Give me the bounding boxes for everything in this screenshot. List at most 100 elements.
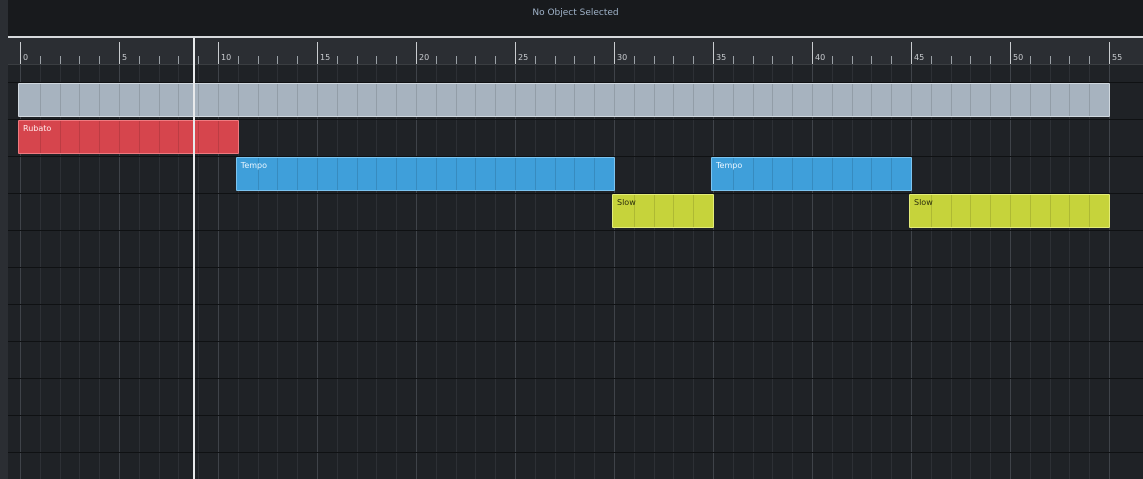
ruler-tick — [356, 56, 358, 64]
clip-grid-line — [1029, 84, 1031, 116]
grid-line — [990, 65, 992, 479]
clip-grid-line — [59, 121, 61, 153]
clip-grid-line — [455, 84, 457, 116]
ruler-tick — [277, 56, 279, 64]
grid-line — [693, 65, 695, 479]
clip-grid-line — [257, 84, 259, 116]
track-grid[interactable]: Rubato Tempo Tempo Slow Slow — [8, 65, 1143, 479]
clip-grid-line — [356, 158, 358, 190]
clip-grid-line — [455, 158, 457, 190]
clip-grid-line — [415, 158, 417, 190]
ruler-tick — [693, 56, 695, 64]
grid-line — [416, 65, 417, 479]
clip-grid-line — [752, 84, 754, 116]
ruler-tick — [673, 56, 675, 64]
grid-line — [970, 65, 972, 479]
clip-grid-line — [990, 84, 992, 116]
ruler-tick — [732, 56, 734, 64]
ruler-tick — [792, 56, 794, 64]
ruler-label: 30 — [617, 53, 628, 62]
ruler-tick — [376, 56, 378, 64]
ruler-label: 5 — [122, 53, 128, 62]
clip-grid-line — [119, 84, 120, 116]
ruler-tick — [396, 56, 398, 64]
clip-grid-line — [812, 84, 813, 116]
clip-grid-line — [891, 158, 893, 190]
ruler-tick — [772, 56, 774, 64]
clip-grid-line — [614, 84, 615, 116]
clip-grid-line — [1049, 195, 1051, 227]
ruler-label: 10 — [221, 53, 232, 62]
grid-line — [653, 65, 655, 479]
timeline-window: No Object Selected 0 5 10 15 20 25 30 35 40 45 50 5… — [0, 0, 1143, 479]
clip-slow[interactable]: Slow — [909, 194, 1110, 228]
ruler-tick — [930, 56, 932, 64]
grid-line — [495, 65, 497, 479]
grid-line — [475, 65, 477, 479]
ruler-label: 45 — [914, 53, 925, 62]
ruler-tick — [435, 56, 437, 64]
grid-line — [911, 65, 912, 479]
clip-grid-line — [336, 84, 338, 116]
ruler-tick — [1049, 56, 1051, 64]
clip-grid-line — [812, 158, 813, 190]
clip-grid-line — [554, 158, 556, 190]
clip-grid-line — [178, 84, 180, 116]
time-ruler[interactable]: 0 5 10 15 20 25 30 35 40 45 50 55 — [8, 38, 1143, 65]
clip-grid-line — [970, 84, 972, 116]
clip-grid-line — [594, 158, 596, 190]
clip-grid-line — [673, 195, 675, 227]
grid-line — [515, 65, 516, 479]
clip-grid-line — [396, 158, 398, 190]
clip-grid-line — [772, 158, 774, 190]
clip-grid-line — [99, 121, 101, 153]
grid-line — [396, 65, 398, 479]
ruler-tick — [633, 56, 635, 64]
playhead-cursor[interactable] — [193, 38, 196, 479]
grid-line — [614, 65, 615, 479]
clip-grid-line — [277, 84, 279, 116]
grid-line — [257, 65, 259, 479]
grid-line — [1109, 65, 1110, 479]
grid-line — [1049, 65, 1051, 479]
clip-tempo[interactable]: Tempo — [235, 157, 615, 191]
ruler-tick — [713, 42, 714, 64]
ruler-label: 20 — [419, 53, 430, 62]
clip-grid-line — [554, 84, 556, 116]
clip-grid-line — [1089, 195, 1091, 227]
clip-slow[interactable]: Slow — [612, 194, 714, 228]
clip-tempo[interactable]: Tempo — [711, 157, 912, 191]
ruler-tick — [198, 56, 200, 64]
selection-status: No Object Selected — [532, 8, 619, 18]
clip-block[interactable] — [18, 83, 1110, 117]
ruler-label: 55 — [1112, 53, 1123, 62]
clip-grid-line — [1010, 195, 1011, 227]
clip-grid-line — [495, 84, 497, 116]
clip-grid-line — [891, 84, 893, 116]
ruler-label: 15 — [320, 53, 331, 62]
clip-grid-line — [119, 121, 120, 153]
clip-grid-line — [297, 158, 299, 190]
clip-grid-line — [495, 158, 497, 190]
clip-grid-line — [871, 158, 873, 190]
track-separator — [8, 230, 1143, 231]
grid-line — [297, 65, 299, 479]
grid-line — [633, 65, 635, 479]
clip-grid-line — [673, 84, 675, 116]
clip-grid-line — [316, 158, 318, 190]
grid-line — [336, 65, 338, 479]
clip-grid-line — [534, 84, 536, 116]
ruler-tick — [554, 56, 556, 64]
clip-rubato[interactable]: Rubato — [18, 120, 239, 154]
grid-line — [1029, 65, 1031, 479]
grid-line — [1010, 65, 1011, 479]
clip-grid-line — [79, 121, 81, 153]
grid-line — [851, 65, 853, 479]
clip-grid-line — [653, 84, 655, 116]
grid-line — [792, 65, 794, 479]
clip-grid-line — [990, 195, 992, 227]
ruler-label: 40 — [815, 53, 826, 62]
grid-line — [435, 65, 437, 479]
clip-grid-line — [732, 84, 734, 116]
clip-grid-line — [871, 84, 873, 116]
